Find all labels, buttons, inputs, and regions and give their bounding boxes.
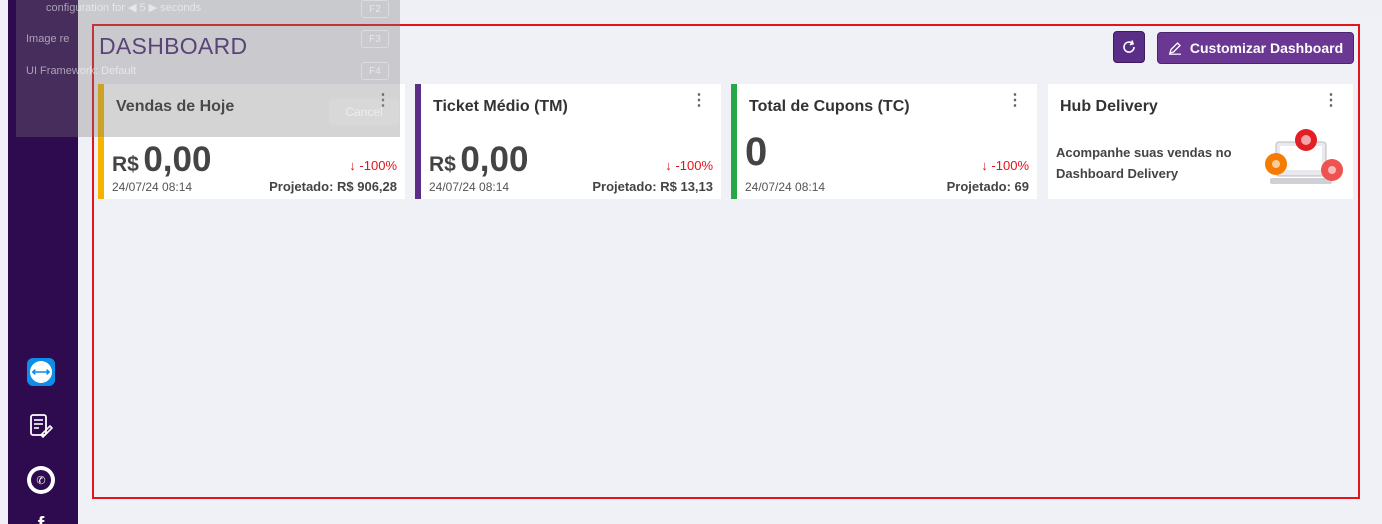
teamviewer-icon[interactable]: ⟷: [26, 357, 56, 387]
kebab-menu-icon[interactable]: ⋮: [691, 93, 707, 109]
kebab-menu-icon[interactable]: ⋮: [1007, 93, 1023, 109]
card-ticket-medio: Ticket Médio (TM) ⋮ R$ 0,00 ↓ -100% 24/0…: [415, 84, 721, 199]
document-sign-icon[interactable]: [26, 411, 56, 441]
currency-label: R$: [429, 153, 456, 176]
card-value: R$ 0,00: [429, 140, 528, 180]
delivery-illustration-icon: [1265, 129, 1343, 184]
overlay-row-image: Image re: [26, 33, 70, 45]
refresh-button[interactable]: [1113, 31, 1145, 63]
kebab-menu-icon[interactable]: ⋮: [1323, 93, 1339, 109]
card-date: 24/07/24 08:14: [745, 180, 826, 194]
card-date: 24/07/24 08:14: [429, 180, 510, 194]
customize-dashboard-label: Customizar Dashboard: [1189, 40, 1344, 56]
whatsapp-icon[interactable]: ✆: [26, 465, 56, 495]
overlay-row-config: configuration for ◀ 5 ▶ seconds: [46, 2, 202, 14]
card-value: 0: [745, 130, 767, 175]
arrow-down-icon: ↓: [981, 158, 988, 173]
delta-value: -100%: [991, 158, 1029, 173]
delta-indicator: ↓ -100%: [981, 158, 1029, 173]
value-number: 0: [745, 130, 768, 174]
edit-icon: [1168, 42, 1181, 55]
card-title: Total de Cupons (TC): [749, 98, 910, 115]
overlay-row-ui: UI Framework: Default: [26, 65, 137, 77]
card-accent-bar: [415, 84, 421, 199]
currency-label: R$: [112, 153, 139, 176]
card-title: Hub Delivery: [1060, 98, 1158, 115]
value-number: 0,00: [143, 140, 212, 179]
card-value: R$ 0,00: [112, 140, 211, 180]
refresh-icon: [1123, 40, 1135, 53]
value-number: 0,00: [460, 140, 529, 179]
delta-indicator: ↓ -100%: [665, 158, 713, 173]
key-f3: F3: [361, 30, 389, 48]
cancel-button[interactable]: Cancel: [329, 99, 399, 125]
card-date: 24/07/24 08:14: [112, 180, 193, 194]
card-hub-delivery[interactable]: Hub Delivery ⋮ Acompanhe suas vendas no …: [1048, 84, 1353, 199]
key-f2: F2: [361, 0, 389, 18]
hub-delivery-text: Acompanhe suas vendas no Dashboard Deliv…: [1056, 145, 1232, 181]
key-f4: F4: [361, 62, 389, 80]
card-projected: Projetado: R$ 13,13: [592, 179, 713, 194]
arrow-down-icon: ↓: [349, 158, 356, 173]
card-projected: Projetado: 69: [946, 179, 1029, 194]
card-title: Ticket Médio (TM): [433, 98, 568, 115]
delta-indicator: ↓ -100%: [349, 158, 397, 173]
card-total-cupons: Total de Cupons (TC) ⋮ 0 ↓ -100% 24/07/2…: [731, 84, 1037, 199]
arrow-down-icon: ↓: [665, 158, 672, 173]
facebook-icon[interactable]: f: [26, 510, 56, 524]
customize-dashboard-button[interactable]: Customizar Dashboard: [1157, 32, 1354, 64]
card-projected: Projetado: R$ 906,28: [269, 179, 397, 194]
card-accent-bar: [731, 84, 737, 199]
overlay-dialog: configuration for ◀ 5 ▶ seconds F2 Image…: [16, 0, 400, 137]
delta-value: -100%: [675, 158, 713, 173]
delta-value: -100%: [359, 158, 397, 173]
